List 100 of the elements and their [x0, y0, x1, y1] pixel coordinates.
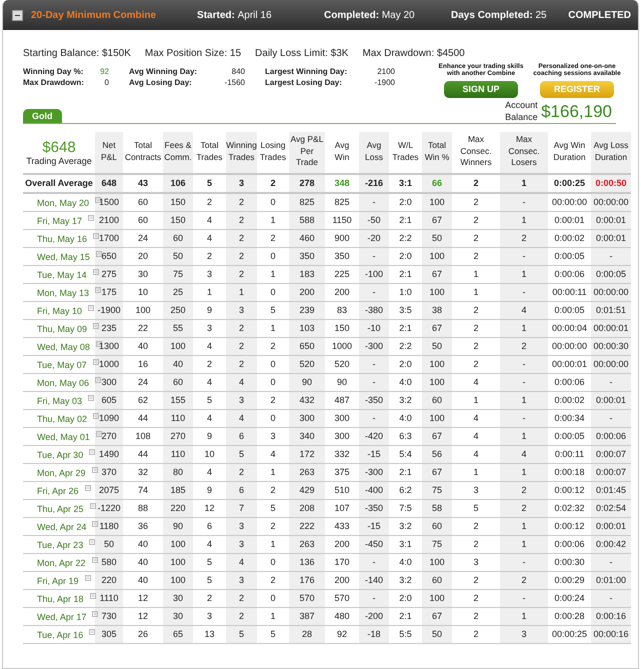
table-cell: 60: [163, 229, 193, 248]
date-link[interactable]: Fri, Apr 26: [37, 486, 79, 496]
table-cell: 0:01:45: [591, 481, 631, 500]
table-cell: -400: [359, 481, 389, 500]
table-cell: -: [359, 373, 389, 392]
date-link[interactable]: Wed, May 15: [37, 252, 90, 262]
account-balance-label: Account Balance: [505, 100, 538, 124]
table-cell: 1: [226, 283, 257, 302]
table-cell: -15: [359, 517, 389, 536]
table-cell: 0:00:05: [591, 265, 631, 284]
table-cell: 50: [95, 535, 123, 554]
table-cell: 176: [289, 571, 325, 590]
table-cell: 2: [226, 265, 257, 284]
table-cell: 100: [422, 589, 452, 608]
table-cell: 56: [422, 445, 452, 464]
table-cell: 239: [289, 301, 325, 320]
date-link[interactable]: Thu, Apr 25: [37, 504, 84, 514]
table-cell: 0:00:07: [591, 445, 631, 464]
table-cell: 0:01:51: [591, 301, 631, 320]
table-cell: 1: [500, 517, 548, 536]
table-cell: 60: [422, 391, 452, 410]
table-cell: 67: [422, 319, 452, 338]
table-cell: -140: [359, 571, 389, 590]
sign-up-button[interactable]: SIGN UP: [444, 80, 518, 98]
table-cell: 100: [422, 247, 452, 266]
date-link[interactable]: Tue, Apr 23: [37, 540, 84, 550]
table-cell: -350: [359, 499, 389, 518]
table-cell: 0:00:01: [591, 211, 631, 230]
date-link[interactable]: Mon, Apr 22: [37, 558, 86, 568]
table-cell: 208: [289, 499, 325, 518]
date-link[interactable]: Fri, Apr 19: [37, 576, 79, 586]
column-header: Net P&L: [95, 132, 123, 174]
date-link[interactable]: Tue, May 14: [37, 270, 87, 280]
table-cell: -1220: [95, 499, 123, 518]
table-cell: -: [591, 589, 631, 608]
table-cell: 100: [163, 553, 193, 572]
table-cell: 520: [289, 355, 325, 374]
started-date: Started: April 16: [197, 10, 273, 20]
table-cell: 0:01:00: [591, 571, 631, 590]
table-cell: 90: [289, 373, 325, 392]
account-balance-value: $166,190: [541, 102, 612, 122]
stat-value: -1900: [374, 78, 395, 87]
stat-label: Winning Day %:: [23, 67, 84, 76]
column-header: Max Consec. Losers: [500, 132, 548, 174]
table-cell: 2: [226, 463, 257, 482]
table-cell: 1180: [95, 517, 123, 536]
table-cell: 100: [422, 355, 452, 374]
date-link[interactable]: Thu, May 16: [37, 234, 88, 244]
table-cell: 220: [163, 499, 193, 518]
table-cell: 6: [226, 481, 257, 500]
date-link[interactable]: Thu, Apr 18: [37, 594, 84, 604]
date-link[interactable]: Mon, May 20: [37, 198, 90, 208]
date-link[interactable]: Fri, May 03: [37, 396, 82, 406]
table-cell: -1900: [95, 301, 123, 320]
table-cell: 580: [95, 553, 123, 572]
table-cell: -50: [359, 211, 389, 230]
table-cell: 200: [289, 283, 325, 302]
date-link[interactable]: Wed, May 08: [37, 342, 90, 352]
date-link[interactable]: Mon, May 13: [37, 288, 90, 298]
table-cell: 67: [422, 265, 452, 284]
date-link[interactable]: Mon, May 06: [37, 378, 90, 388]
table-cell: 270: [163, 427, 193, 446]
table-cell: 100: [422, 409, 452, 428]
date-link[interactable]: Thu, May 02: [37, 414, 88, 424]
date-link[interactable]: Tue, Apr 30: [37, 450, 84, 460]
date-link[interactable]: Wed, Apr 24: [37, 522, 86, 532]
date-link[interactable]: Tue, Apr 16: [37, 630, 84, 640]
summary-item: Max Position Size: 15: [144, 48, 242, 59]
stat-value: 92: [99, 67, 109, 76]
date-link[interactable]: Wed, May 01: [37, 432, 90, 442]
table-cell: -18: [359, 625, 389, 644]
table-cell: 50: [163, 247, 193, 266]
column-header: Total Win %: [422, 132, 452, 174]
summary-item: Max Drawdown: $4500: [362, 48, 465, 59]
collapse-icon[interactable]: [12, 10, 23, 20]
date-link[interactable]: Mon, Apr 29: [37, 468, 86, 478]
table-cell: 730: [95, 607, 123, 626]
account-tab[interactable]: Gold: [23, 109, 62, 124]
table-cell: 25: [163, 283, 193, 302]
date-link[interactable]: Fri, May 17: [37, 216, 82, 226]
table-cell: 235: [95, 319, 123, 338]
table-cell: -: [359, 589, 389, 608]
note-icon[interactable]: [95, 196, 102, 203]
date-link[interactable]: Tue, May 07: [37, 360, 87, 370]
date-link[interactable]: Wed, Apr 17: [37, 612, 86, 622]
table-cell: 172: [289, 445, 325, 464]
table-cell: 300: [289, 409, 325, 428]
table-cell: 5: [226, 445, 257, 464]
stat-value: 0: [104, 78, 109, 87]
table-cell: 55: [163, 319, 193, 338]
date-link[interactable]: Fri, May 10: [37, 306, 82, 316]
table-cell: 1: [500, 463, 548, 482]
date-link[interactable]: Thu, May 09: [37, 324, 88, 334]
stat-value: 840: [230, 67, 245, 76]
table-cell: 460: [289, 229, 325, 248]
table-cell: 1300: [95, 337, 123, 356]
table-cell: 3: [500, 625, 548, 644]
table-cell: 2: [226, 607, 257, 626]
table-cell: 1: [500, 211, 548, 230]
table-cell: 4: [226, 553, 257, 572]
